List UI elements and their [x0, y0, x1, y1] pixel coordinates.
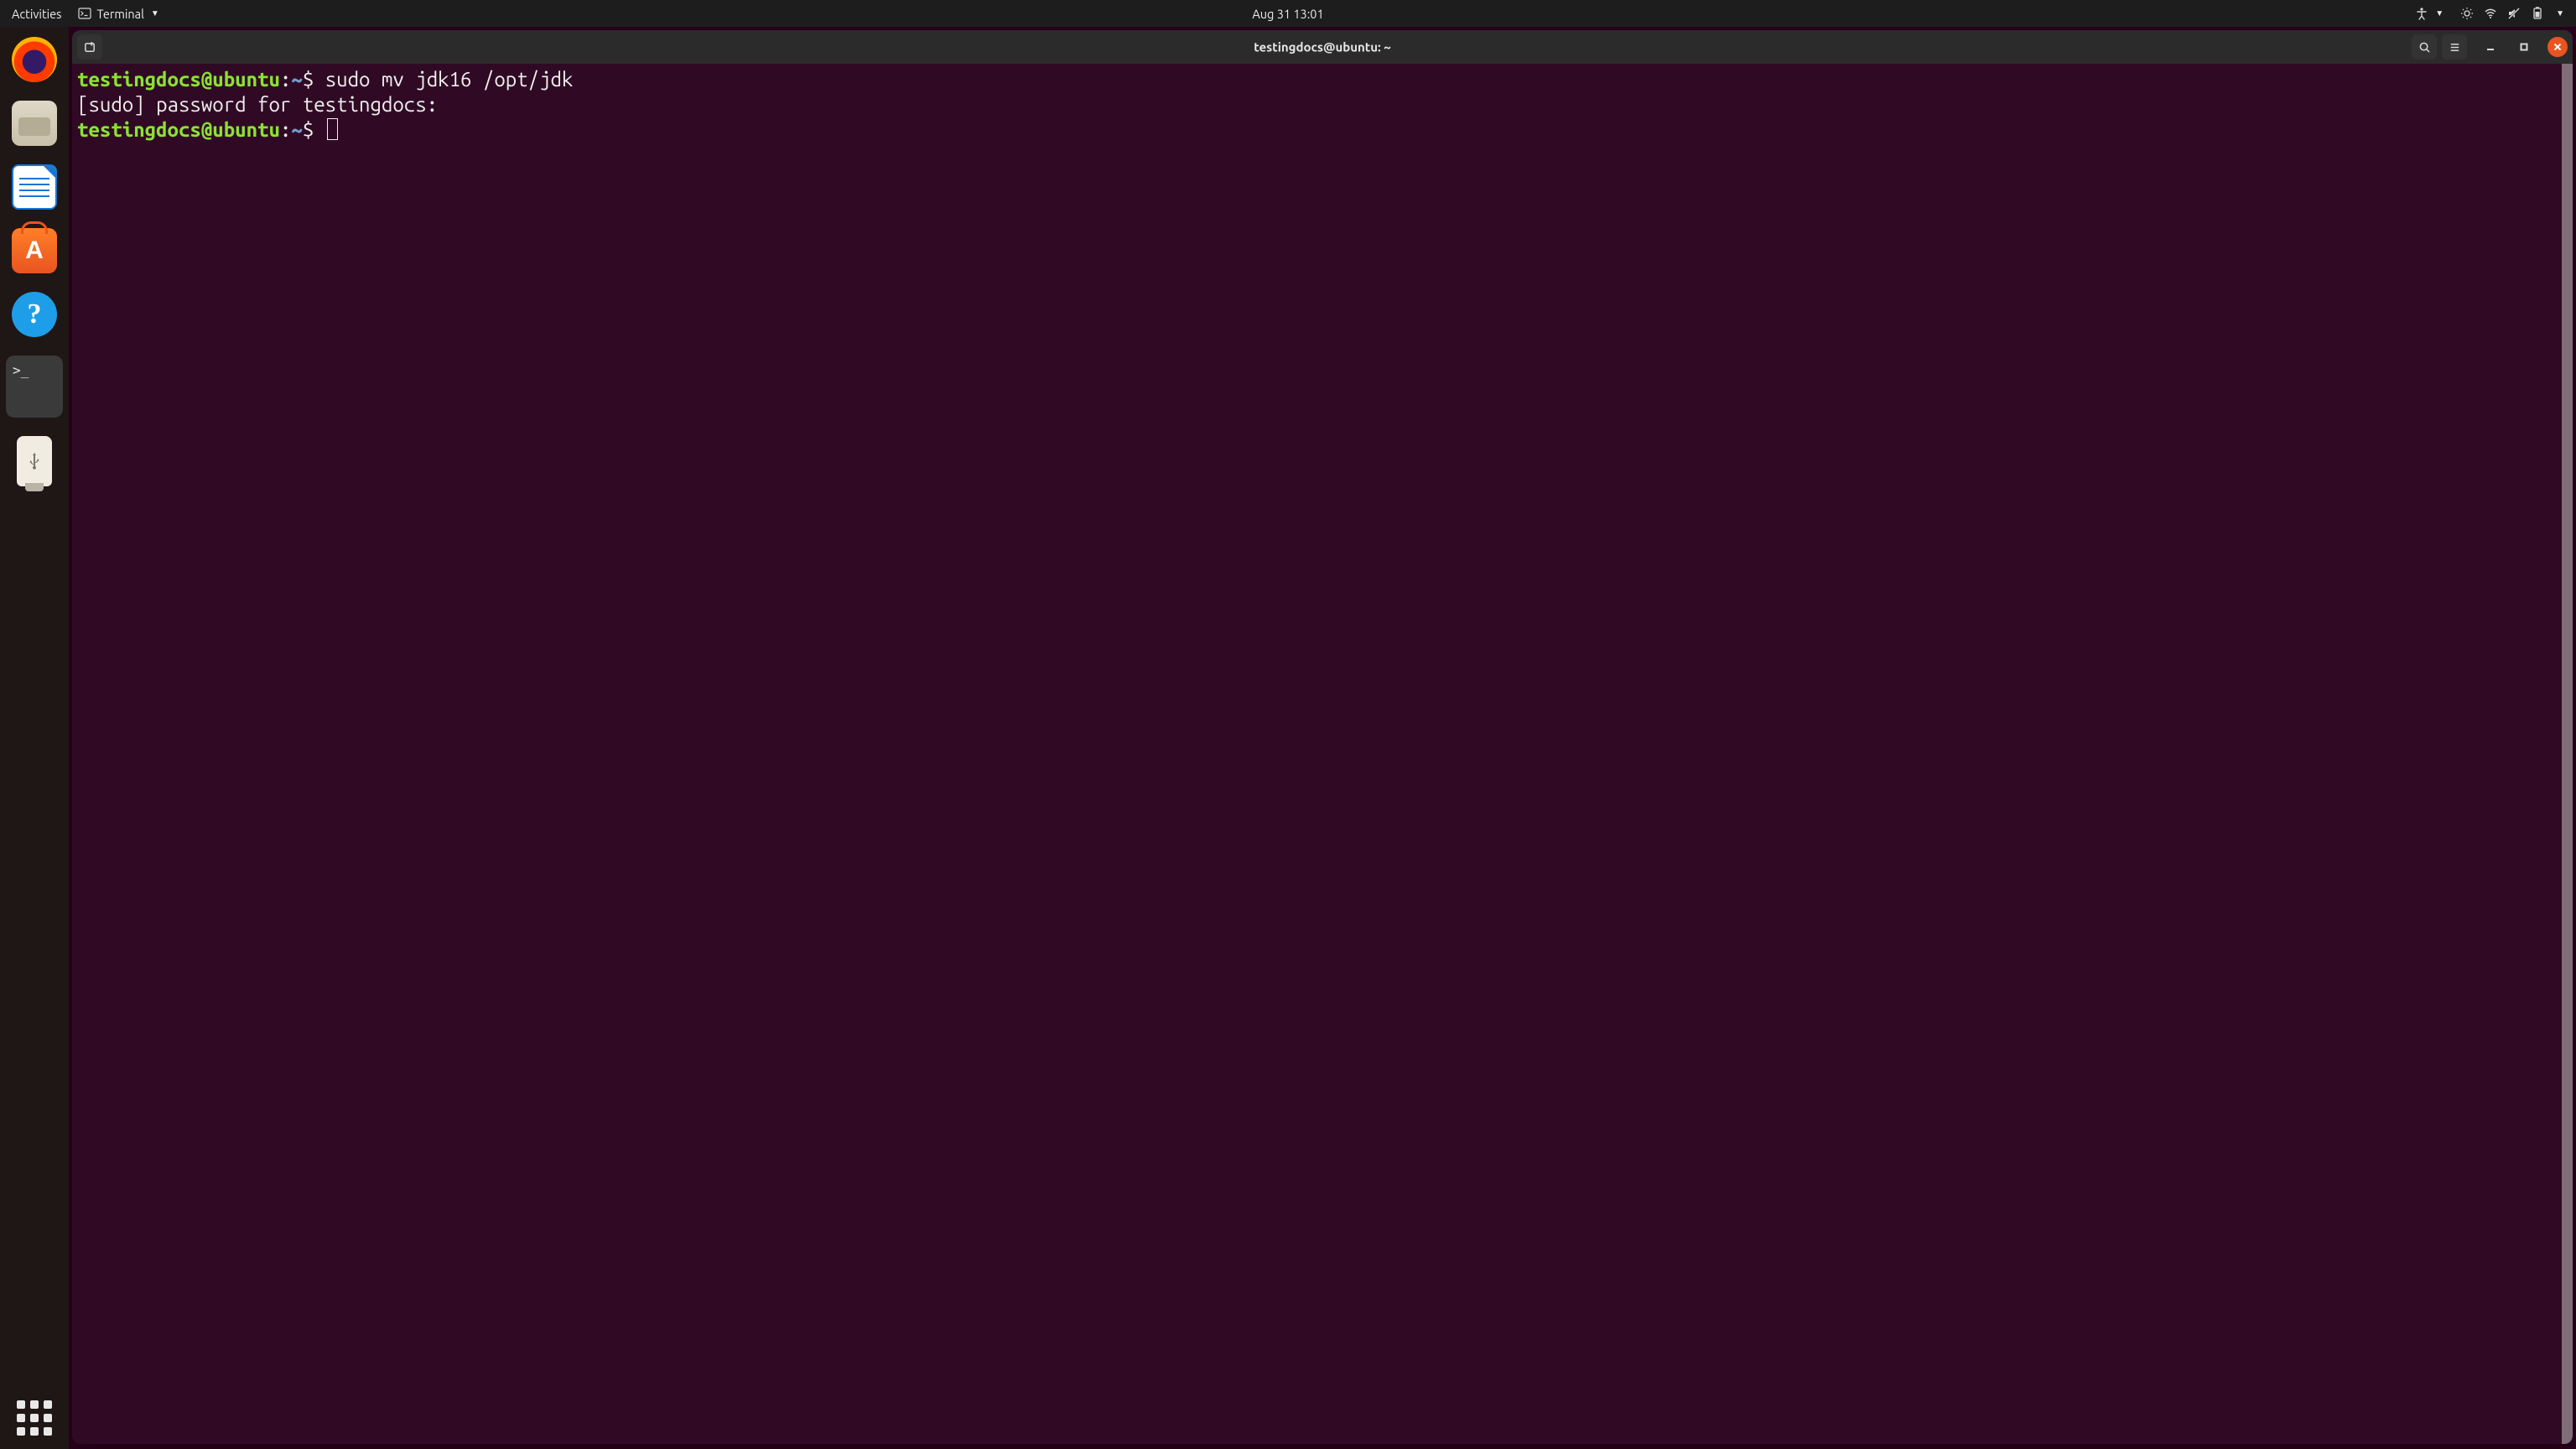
app-menu[interactable]: Terminal ▼ [71, 3, 165, 24]
new-tab-button[interactable] [77, 34, 102, 60]
hamburger-icon [2449, 41, 2461, 54]
maximize-icon [2520, 43, 2528, 51]
chevron-down-icon: ▼ [151, 8, 159, 18]
prompt-user: testingdocs@ubuntu [77, 118, 280, 141]
terminal-glyph: >_ [13, 364, 29, 377]
terminal-window: testingdocs@ubuntu: ~ testingdocs@ubuntu… [72, 30, 2573, 1444]
hamburger-menu-button[interactable] [2442, 34, 2467, 60]
close-icon [2553, 43, 2562, 51]
search-icon [2418, 41, 2431, 54]
window-title: testingdocs@ubuntu: ~ [1254, 40, 1390, 55]
sound-muted-icon [2507, 7, 2521, 20]
minimize-icon [2486, 43, 2495, 51]
system-menu[interactable]: ▼ [2454, 3, 2571, 23]
dock: A ? >_ [0, 27, 69, 1449]
window-titlebar[interactable]: testingdocs@ubuntu: ~ [72, 30, 2573, 64]
dock-terminal[interactable]: >_ [6, 356, 63, 418]
prompt-path: ~ [291, 68, 302, 91]
search-button[interactable] [2412, 34, 2437, 60]
activities-label: Activities [12, 7, 61, 21]
gnome-topbar: Activities Terminal ▼ Aug 31 13:01 ▼ ▼ [0, 0, 2576, 27]
command-1: sudo mv jdk16 /opt/jdk [325, 68, 574, 91]
space [314, 118, 325, 141]
prompt-sep: : [280, 118, 291, 141]
terminal-viewport[interactable]: testingdocs@ubuntu:~$ sudo mv jdk16 /opt… [72, 64, 2573, 1444]
terminal-scrollbar[interactable] [2562, 64, 2573, 1444]
terminal-icon [78, 7, 91, 20]
app-menu-label: Terminal [96, 7, 143, 21]
prompt-sigil: $ [303, 68, 314, 91]
prompt-sigil: $ [303, 118, 314, 141]
activities-button[interactable]: Activities [5, 3, 68, 24]
show-applications-button[interactable] [17, 1400, 52, 1436]
prompt-path: ~ [291, 118, 302, 141]
new-tab-icon [84, 41, 96, 54]
brightness-icon [2460, 7, 2474, 20]
accessibility-menu[interactable]: ▼ [2408, 3, 2450, 23]
clock-label: Aug 31 13:01 [1252, 7, 1323, 21]
maximize-button[interactable] [2514, 37, 2534, 57]
output-line-1: [sudo] password for testingdocs: [77, 93, 438, 116]
help-glyph: ? [28, 292, 42, 337]
prompt-sep: : [280, 68, 291, 91]
battery-icon [2531, 7, 2544, 20]
terminal-cursor [327, 118, 338, 140]
minimize-button[interactable] [2480, 37, 2501, 57]
dock-help[interactable]: ? [12, 292, 57, 337]
software-glyph: A [25, 228, 44, 273]
dock-ubuntu-software[interactable]: A [12, 228, 57, 273]
clock[interactable]: Aug 31 13:01 [1245, 3, 1330, 24]
accessibility-icon [2415, 7, 2428, 20]
dock-files[interactable] [12, 101, 57, 146]
wifi-icon [2484, 7, 2497, 20]
chevron-down-icon: ▼ [2435, 8, 2444, 18]
chevron-down-icon: ▼ [2556, 8, 2564, 18]
usb-icon [24, 451, 44, 471]
dock-removable-drive[interactable] [17, 436, 52, 486]
dock-libreoffice-writer[interactable] [12, 164, 57, 210]
close-button[interactable] [2547, 37, 2568, 57]
space [314, 68, 325, 91]
prompt-user: testingdocs@ubuntu [77, 68, 280, 91]
dock-firefox[interactable] [12, 37, 57, 82]
